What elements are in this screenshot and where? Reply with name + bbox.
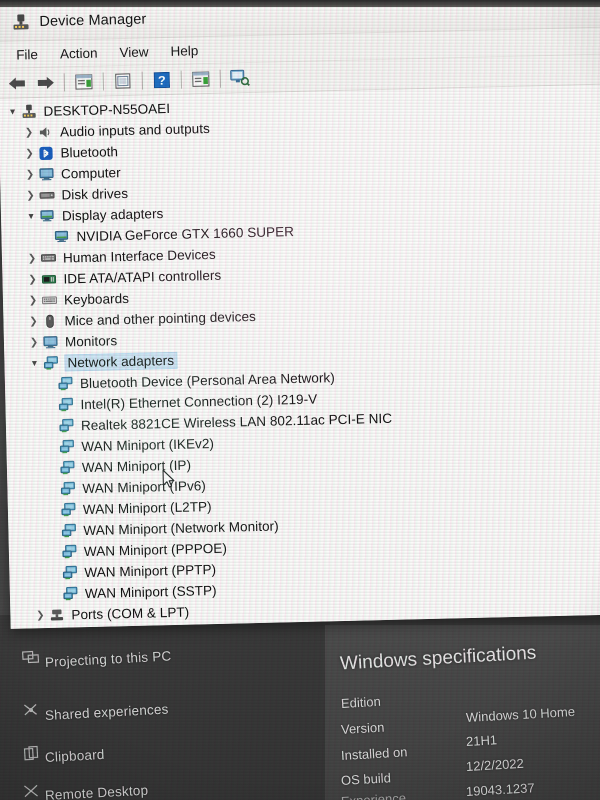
tree-leaf-label: WAN Miniport (IKEv2) — [81, 435, 215, 455]
network-adapter-icon — [60, 523, 77, 539]
hid-icon — [40, 250, 57, 266]
device-manager-window: Device Manager File Action View Help ? ▾… — [0, 0, 600, 629]
tree-leaf-label: Bluetooth Device (Personal Area Network) — [79, 370, 335, 392]
tree-leaf-label: WAN Miniport (L2TP) — [82, 499, 212, 518]
disk-drive-icon — [38, 187, 55, 203]
chevron-right-icon[interactable]: ❯ — [24, 253, 40, 264]
window-title: Device Manager — [39, 10, 147, 30]
device-tree[interactable]: ▾ DESKTOP-N55OAEI ❯ Audio inputs and out… — [0, 84, 600, 629]
chevron-right-icon[interactable]: ❯ — [25, 295, 41, 306]
screen-bezel-strip — [0, 0, 600, 7]
tree-leaf-label: WAN Miniport (Network Monitor) — [83, 518, 279, 539]
menu-action[interactable]: Action — [49, 43, 109, 63]
chevron-right-icon[interactable]: ❯ — [22, 169, 38, 180]
network-adapter-icon — [62, 586, 79, 602]
bluetooth-icon — [37, 145, 54, 161]
settings-nav-item-clipboard[interactable]: Clipboard — [45, 747, 105, 765]
spec-label-version: Version — [340, 719, 385, 737]
monitor-icon — [42, 334, 59, 350]
tree-node-label: Bluetooth — [60, 144, 119, 161]
properties-icon[interactable] — [71, 69, 98, 94]
svg-text:?: ? — [158, 73, 166, 87]
tree-node-label: Audio inputs and outputs — [59, 120, 210, 140]
chevron-down-icon[interactable]: ▾ — [23, 211, 39, 222]
network-adapter-icon — [58, 418, 75, 434]
tree-leaf-label: WAN Miniport (IPv6) — [82, 478, 207, 497]
network-adapter-icon — [59, 481, 76, 497]
share-icon — [22, 702, 41, 721]
spec-value-version: 21H1 — [465, 732, 498, 749]
toolbar-separator — [63, 72, 66, 91]
remote-desktop-icon — [22, 782, 41, 800]
tree-node-label: Display adapters — [61, 206, 164, 224]
tree-node-label: Mice and other pointing devices — [64, 308, 257, 329]
spec-label-edition: Edition — [340, 693, 382, 711]
network-adapter-icon — [59, 460, 76, 476]
forward-arrow-icon[interactable] — [32, 70, 59, 95]
clipboard-icon — [23, 745, 42, 764]
network-adapter-icon — [57, 397, 74, 413]
toolbar-separator — [141, 71, 144, 90]
tree-node-label: IDE ATA/ATAPI controllers — [63, 267, 222, 287]
network-adapter-icon — [60, 502, 77, 518]
toolbar-separator — [219, 69, 222, 88]
chevron-right-icon[interactable]: ❯ — [24, 274, 40, 285]
tree-leaf-label: WAN Miniport (IP) — [81, 457, 192, 476]
tree-leaf-label: Intel(R) Ethernet Connection (2) I219-V — [80, 391, 318, 413]
screenshot-root: Projecting to this PC Shared experiences… — [0, 0, 600, 800]
network-adapter-icon — [61, 544, 78, 560]
chevron-down-icon[interactable]: ▾ — [26, 358, 42, 369]
network-adapter-icon — [58, 439, 75, 455]
keyboard-icon — [41, 292, 58, 308]
toolbar-separator — [180, 70, 183, 89]
device-manager-icon — [12, 13, 29, 30]
mouse-icon — [41, 313, 58, 329]
tree-leaf-label: WAN Miniport (PPTP) — [84, 561, 217, 581]
speaker-icon — [37, 124, 54, 140]
help-icon[interactable]: ? — [149, 67, 176, 92]
tree-node-root-label: DESKTOP-N55OAEI — [43, 100, 171, 119]
spec-value-installed-on: 12/2/2022 — [465, 755, 525, 774]
tree-node-label: Keyboards — [63, 290, 130, 308]
chevron-right-icon[interactable]: ❯ — [26, 337, 42, 348]
port-icon — [48, 607, 65, 623]
network-adapter-icon — [42, 355, 59, 371]
chevron-right-icon[interactable]: ❯ — [21, 127, 37, 138]
tree-node-label: Human Interface Devices — [62, 246, 216, 266]
spec-label-os-build: OS build — [340, 770, 392, 788]
update-driver-icon[interactable] — [110, 68, 137, 93]
chevron-right-icon[interactable]: ❯ — [32, 610, 48, 621]
toolbar-separator — [102, 71, 105, 91]
tree-leaf-label: WAN Miniport (PPPOE) — [83, 540, 228, 560]
network-adapter-icon — [57, 376, 74, 392]
monitor-icon — [38, 166, 55, 182]
display-adapter-icon — [39, 208, 56, 224]
tree-leaf-label: NVIDIA GeForce GTX 1660 SUPER — [76, 224, 295, 245]
display-adapter-icon — [53, 229, 70, 245]
menu-view[interactable]: View — [108, 42, 159, 62]
chevron-down-icon[interactable]: ▾ — [4, 106, 20, 117]
menu-help[interactable]: Help — [159, 40, 209, 60]
scan-hardware-icon[interactable] — [188, 66, 215, 91]
menu-file[interactable]: File — [5, 44, 49, 64]
tree-node-label: Disk drives — [61, 185, 129, 203]
project-icon — [22, 648, 41, 667]
ide-controller-icon — [40, 271, 57, 287]
tree-node-label: Network adapters — [64, 351, 178, 372]
show-devices-icon[interactable] — [227, 65, 254, 90]
computer-root-icon — [20, 104, 37, 120]
tree-leaf-label: WAN Miniport (SSTP) — [84, 582, 217, 602]
chevron-right-icon[interactable]: ❯ — [21, 148, 37, 159]
back-arrow-icon[interactable] — [4, 71, 31, 96]
chevron-right-icon[interactable]: ❯ — [22, 190, 38, 201]
network-adapter-icon — [61, 565, 78, 581]
tree-node-label: Computer — [60, 165, 121, 182]
tree-node-label: Monitors — [64, 333, 118, 350]
chevron-right-icon[interactable]: ❯ — [25, 316, 41, 327]
tree-node-label: Ports (COM & LPT) — [71, 604, 190, 623]
